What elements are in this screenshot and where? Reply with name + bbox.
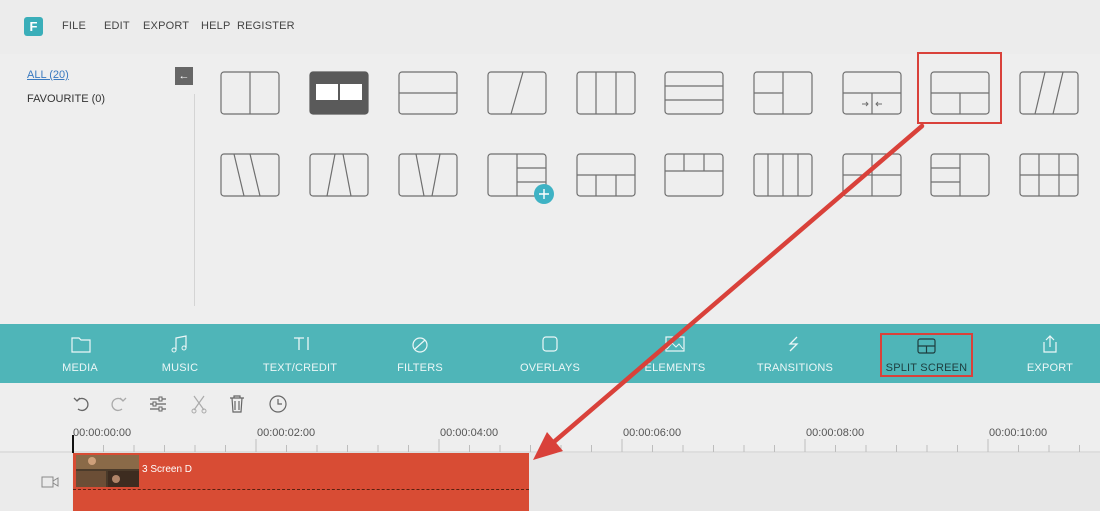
app-logo: F <box>24 17 43 36</box>
menu-help[interactable]: HELP <box>201 20 231 32</box>
tab-music-label: MUSIC <box>161 362 199 374</box>
timecode-2: 00:00:02:00 <box>257 427 316 439</box>
cut-icon[interactable] <box>188 393 210 415</box>
sidebar-all-link[interactable]: ALL (20) <box>27 69 69 81</box>
edit-toolbar <box>0 383 1100 423</box>
tab-elements[interactable]: ELEMENTS <box>630 324 720 383</box>
template-grid-6[interactable] <box>1019 153 1079 197</box>
tab-overlays[interactable]: OVERLAYS <box>510 324 590 383</box>
filter-icon <box>412 337 428 353</box>
collapse-sidebar-button[interactable]: ← <box>175 67 193 85</box>
tab-split-screen-label: SPLIT SCREEN <box>885 362 968 374</box>
menu-file[interactable]: FILE <box>62 20 86 32</box>
tab-filters[interactable]: FILTERS <box>380 324 460 383</box>
timeline-ruler[interactable]: 00:00:00:00 00:00:02:00 00:00:04:00 00:0… <box>0 423 1100 453</box>
share-icon <box>1043 335 1057 353</box>
tab-transitions[interactable]: TRANSITIONS <box>745 324 845 383</box>
menu-edit[interactable]: EDIT <box>104 20 130 32</box>
track-header <box>0 453 72 511</box>
redo-icon[interactable] <box>107 393 129 415</box>
tab-text-credit-label: TEXT/CREDIT <box>262 362 338 374</box>
template-slant-3b[interactable] <box>309 153 369 197</box>
template-split-adjust[interactable] <box>842 71 902 115</box>
delete-icon[interactable] <box>226 393 248 415</box>
duration-icon[interactable] <box>267 393 289 415</box>
template-selected-2[interactable] <box>309 71 369 115</box>
menu-register[interactable]: REGISTER <box>237 20 295 32</box>
music-note-icon <box>171 335 187 353</box>
template-vertical-2[interactable] <box>220 71 280 115</box>
undo-icon[interactable] <box>71 393 93 415</box>
template-left-stack[interactable] <box>930 153 990 197</box>
template-bottom-3[interactable] <box>576 153 636 197</box>
add-to-favourite-icon[interactable] <box>534 184 554 204</box>
clip-thumbnail <box>76 455 139 487</box>
tab-export[interactable]: EXPORT <box>1010 324 1090 383</box>
timecode-10: 00:00:10:00 <box>989 427 1048 439</box>
timecode-6: 00:00:06:00 <box>623 427 682 439</box>
tab-media[interactable]: MEDIA <box>40 324 120 383</box>
tab-split-screen[interactable]: SPLIT SCREEN <box>880 333 973 377</box>
tab-text-credit[interactable]: TEXT/CREDIT <box>250 324 350 383</box>
video-track-icon <box>41 476 59 488</box>
video-track: 3 Screen D <box>0 453 1100 511</box>
timecode-4: 00:00:04:00 <box>440 427 499 439</box>
tab-export-label: EXPORT <box>1026 362 1074 374</box>
template-grid-left-add[interactable] <box>487 153 559 209</box>
ruler-ticks <box>0 439 1100 453</box>
split-screen-icon <box>917 338 936 354</box>
template-diagonal-2[interactable] <box>487 71 547 115</box>
template-horizontal-3[interactable] <box>664 71 724 115</box>
feature-toolbar: MEDIA MUSIC TEXT/CREDIT FILTERS OVERLAYS… <box>0 324 1100 383</box>
folder-icon <box>71 337 91 353</box>
adjust-icon[interactable] <box>147 393 169 415</box>
template-slant-3c[interactable] <box>398 153 458 197</box>
template-grid-4[interactable] <box>842 153 902 197</box>
image-icon <box>665 336 685 352</box>
template-vertical-3[interactable] <box>576 71 636 115</box>
tab-overlays-label: OVERLAYS <box>519 362 581 374</box>
text-icon <box>294 337 309 350</box>
menu-export[interactable]: EXPORT <box>143 20 189 32</box>
template-highlight-box <box>917 52 1002 124</box>
template-vertical-4[interactable] <box>753 153 813 197</box>
template-slant-3a[interactable] <box>220 153 280 197</box>
tab-transitions-label: TRANSITIONS <box>756 362 834 374</box>
tab-filters-label: FILTERS <box>397 362 443 374</box>
split-screen-library: ALL (20) FAVOURITE (0) ← <box>0 52 1100 324</box>
tab-music[interactable]: MUSIC <box>140 324 220 383</box>
template-diagonal-3[interactable] <box>1019 71 1079 115</box>
clip-title: 3 Screen D <box>142 464 193 475</box>
tab-elements-label: ELEMENTS <box>644 362 706 374</box>
sidebar-divider <box>194 94 195 306</box>
timecode-0: 00:00:00:00 <box>73 427 132 439</box>
template-horizontal-2[interactable] <box>398 71 458 115</box>
template-top-3[interactable] <box>664 153 724 197</box>
sidebar-favourite-link[interactable]: FAVOURITE (0) <box>27 93 105 105</box>
clip-audio-line <box>73 489 529 490</box>
transition-icon <box>788 336 799 352</box>
tab-media-label: MEDIA <box>62 362 98 374</box>
timecode-8: 00:00:08:00 <box>806 427 865 439</box>
timeline-clip[interactable]: 3 Screen D <box>73 453 529 511</box>
arrow-left-icon: ← <box>178 70 190 82</box>
overlay-icon <box>542 336 558 352</box>
template-t-left[interactable] <box>753 71 813 115</box>
playhead[interactable] <box>72 435 74 453</box>
menu-bar: F FILE EDIT EXPORT HELP REGISTER <box>0 0 1100 54</box>
